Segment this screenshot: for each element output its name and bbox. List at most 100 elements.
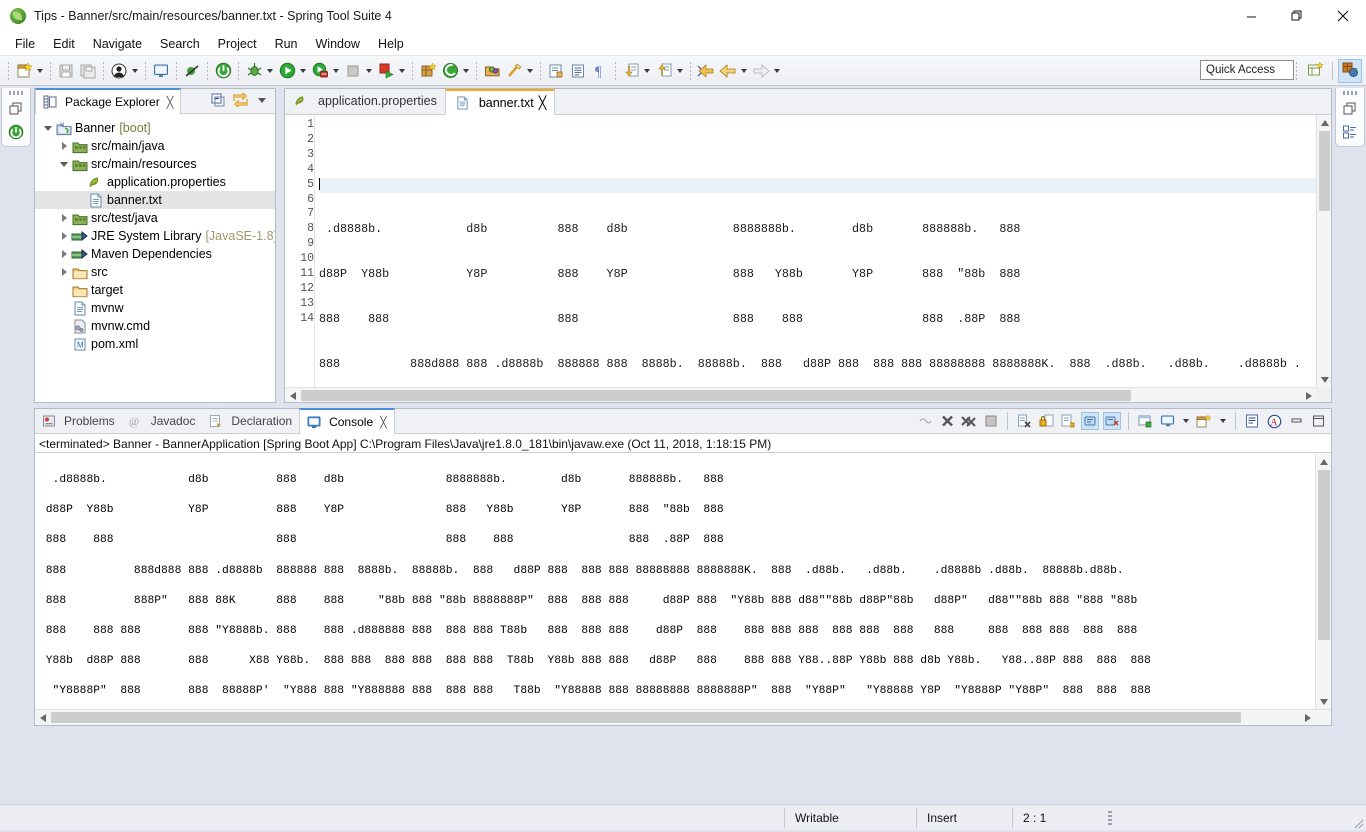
editor-text[interactable]: .d8888b. d8b 888 d8b 8888888b. d8b 88888…	[315, 115, 1316, 387]
debug-button[interactable]	[243, 59, 276, 83]
console-horizontal-scrollbar[interactable]	[35, 709, 1331, 725]
chevron-down-icon[interactable]	[641, 61, 652, 81]
user-profile-button[interactable]	[108, 59, 141, 83]
minimize-icon[interactable]	[1228, 0, 1274, 32]
tree-row-src-main-resources[interactable]: src/main/resources	[35, 155, 275, 173]
chevron-down-icon[interactable]	[524, 61, 535, 81]
next-annotation-button[interactable]	[545, 59, 567, 83]
menu-navigate[interactable]: Navigate	[84, 35, 151, 53]
menu-project[interactable]: Project	[209, 35, 266, 53]
tree-row-src-main-java[interactable]: src/main/java	[35, 137, 275, 155]
forward-button[interactable]	[750, 59, 783, 83]
save-all-button[interactable]	[77, 59, 99, 83]
close-view-icon[interactable]: ╳	[167, 96, 174, 109]
tab-declaration[interactable]: Declaration	[202, 408, 299, 433]
remove-all-terminated-icon[interactable]	[960, 412, 978, 430]
tab-package-explorer[interactable]: Package Explorer ╳	[35, 88, 181, 114]
clear-console-icon[interactable]	[1015, 412, 1033, 430]
chevron-down-icon[interactable]	[264, 61, 275, 81]
show-whitespace-button[interactable]: ¶	[589, 59, 611, 83]
run-external-tools-button[interactable]	[375, 59, 408, 83]
scroll-thumb[interactable]	[1318, 470, 1330, 640]
terminate-icon[interactable]	[938, 412, 956, 430]
menu-edit[interactable]: Edit	[44, 35, 84, 53]
view-menu-icon[interactable]	[253, 91, 271, 109]
previous-edit-button[interactable]	[653, 59, 686, 83]
twisty-collapsed-icon[interactable]	[57, 264, 71, 280]
tree-row-jre-system-library[interactable]: JRE System Library [JavaSE-1.8]	[35, 227, 275, 245]
tab-console[interactable]: Console ╳	[299, 408, 395, 434]
back-button[interactable]	[717, 59, 750, 83]
scroll-left-arrow-icon[interactable]	[35, 710, 50, 725]
save-button[interactable]	[55, 59, 77, 83]
minimize-icon[interactable]	[1287, 412, 1305, 430]
spring-perspective-button[interactable]	[1338, 59, 1362, 83]
menu-help[interactable]: Help	[369, 35, 413, 53]
scroll-lock-icon[interactable]	[916, 412, 934, 430]
scroll-down-arrow-icon[interactable]	[1317, 372, 1331, 387]
new-console-icon[interactable]	[1195, 412, 1213, 430]
scroll-thumb[interactable]	[51, 712, 1241, 723]
tab-application-properties[interactable]: application.properties	[285, 88, 445, 114]
tree-row-banner[interactable]: M Banner [boot]	[35, 119, 275, 137]
outline-icon[interactable]	[1341, 123, 1359, 141]
menu-search[interactable]: Search	[151, 35, 209, 53]
tree-row-banner-txt[interactable]: banner.txt	[35, 191, 275, 209]
restore-icon[interactable]	[1341, 100, 1359, 118]
chevron-down-icon[interactable]	[363, 61, 374, 81]
twisty-collapsed-icon[interactable]	[57, 228, 71, 244]
tree-row-application-properties[interactable]: application.properties	[35, 173, 275, 191]
word-wrap-icon[interactable]	[1243, 412, 1261, 430]
chevron-down-icon[interactable]	[1180, 411, 1191, 431]
open-perspective-button[interactable]	[1303, 59, 1327, 83]
chevron-down-icon[interactable]	[297, 61, 308, 81]
scroll-right-arrow-icon[interactable]	[1300, 710, 1315, 725]
drag-grip[interactable]	[9, 91, 23, 95]
tree-row-src[interactable]: src	[35, 263, 275, 281]
editor-horizontal-scrollbar[interactable]	[285, 387, 1316, 402]
tree-row-mvnw[interactable]: mvnw	[35, 299, 275, 317]
pin-console-icon[interactable]	[1081, 412, 1099, 430]
console-vertical-scrollbar[interactable]	[1315, 454, 1331, 709]
show-console-on-output-icon[interactable]	[1059, 412, 1077, 430]
new-java-package-button[interactable]	[417, 59, 439, 83]
run-coverage-button[interactable]	[309, 59, 342, 83]
open-type-button[interactable]	[481, 59, 503, 83]
open-console-button[interactable]	[150, 59, 172, 83]
console-output[interactable]: .d8888b. d8b 888 d8b 8888888b. d8b 88888…	[35, 454, 1315, 709]
close-view-icon[interactable]: ╳	[380, 416, 387, 429]
tab-javadoc[interactable]: @ Javadoc	[122, 408, 203, 433]
menu-run[interactable]: Run	[266, 35, 307, 53]
menu-file[interactable]: File	[6, 35, 44, 53]
maximize-icon[interactable]	[1274, 0, 1320, 32]
restore-icon[interactable]	[7, 100, 25, 118]
link-with-editor-icon[interactable]	[231, 91, 249, 109]
collapse-all-icon[interactable]	[209, 91, 227, 109]
chevron-down-icon[interactable]	[396, 61, 407, 81]
chevron-down-icon[interactable]	[330, 61, 341, 81]
tree-row-maven-dependencies[interactable]: Maven Dependencies	[35, 245, 275, 263]
twisty-collapsed-icon[interactable]	[57, 210, 71, 226]
scroll-right-arrow-icon[interactable]	[1301, 388, 1316, 402]
new-console-view-icon[interactable]	[1158, 412, 1176, 430]
tree-row-target[interactable]: target	[35, 281, 275, 299]
twisty-collapsed-icon[interactable]	[57, 246, 71, 262]
close-icon[interactable]	[1320, 0, 1366, 32]
chevron-down-icon[interactable]	[460, 61, 471, 81]
close-icon[interactable]: ╳	[539, 95, 547, 110]
chevron-down-icon[interactable]	[674, 61, 685, 81]
tree-row-pom-xml[interactable]: M pom.xml	[35, 335, 275, 353]
chevron-down-icon[interactable]	[34, 61, 45, 81]
last-edit-location-button[interactable]	[695, 59, 717, 83]
stop-button[interactable]	[342, 59, 375, 83]
run-button[interactable]	[276, 59, 309, 83]
annotation-icon[interactable]: A	[1265, 412, 1283, 430]
tab-banner-txt[interactable]: banner.txt ╳	[445, 89, 555, 115]
drag-grip[interactable]	[1343, 91, 1357, 95]
tab-problems[interactable]: Problems	[35, 408, 122, 433]
quick-access-input[interactable]: Quick Access	[1200, 60, 1294, 80]
search-button[interactable]	[503, 59, 536, 83]
new-spring-project-button[interactable]	[439, 59, 472, 83]
boot-dashboard-icon[interactable]	[7, 123, 25, 141]
tree-row-src-test-java[interactable]: src/test/java	[35, 209, 275, 227]
